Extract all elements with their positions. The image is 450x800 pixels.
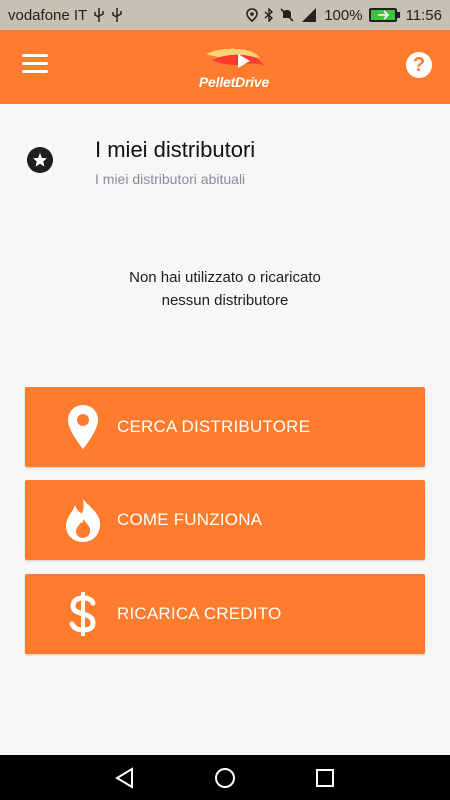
location-icon	[246, 8, 258, 22]
status-bar-left: vodafone IT	[8, 7, 123, 24]
signal-icon	[300, 8, 318, 22]
recent-apps-icon[interactable]	[313, 766, 337, 790]
bluetooth-icon	[264, 8, 274, 22]
battery-icon	[368, 8, 400, 22]
carrier-name: vodafone IT	[8, 6, 88, 24]
app-bar: PelletDrive ?	[0, 30, 450, 104]
brand-name: PelletDrive	[198, 74, 270, 90]
flame-icon	[61, 496, 105, 544]
hamburger-menu-button[interactable]	[22, 54, 48, 76]
recharge-credit-button[interactable]: RICARICA CREDITO	[25, 574, 425, 654]
empty-state-line-1: Non hai utilizzato o ricaricato	[129, 269, 321, 286]
how-it-works-button[interactable]: COME FUNZIONA	[25, 480, 425, 560]
clock: 11:56	[405, 6, 442, 24]
status-bar: vodafone IT 100% 11:56	[0, 0, 450, 30]
app-logo: PelletDrive	[194, 44, 274, 96]
flame-logo-icon	[206, 48, 264, 68]
search-distributor-label: CERCA DISTRIBUTORE	[117, 417, 311, 436]
usb-debug-icon	[111, 8, 123, 22]
back-icon[interactable]	[113, 766, 137, 790]
section-header: I miei distributori I miei distributori …	[0, 135, 450, 195]
search-distributor-button[interactable]: CERCA DISTRIBUTORE	[25, 387, 425, 467]
help-button[interactable]: ?	[406, 52, 432, 78]
page-subtitle: I miei distributori abituali	[95, 171, 246, 187]
map-pin-icon	[61, 403, 105, 451]
how-it-works-label: COME FUNZIONA	[117, 510, 263, 529]
menu-icon	[22, 54, 48, 57]
recharge-credit-label: RICARICA CREDITO	[117, 604, 282, 623]
empty-state-message: Non hai utilizzato o ricaricato nessun d…	[75, 266, 375, 312]
star-icon	[27, 147, 53, 173]
status-bar-right: 100% 11:56	[246, 7, 442, 24]
system-nav-bar	[0, 755, 450, 800]
battery-percent: 100%	[324, 6, 363, 24]
page-title: I miei distributori	[95, 137, 256, 162]
usb-icon	[93, 8, 105, 22]
home-icon[interactable]	[213, 766, 237, 790]
empty-state-line-2: nessun distributore	[161, 292, 289, 309]
mute-icon	[280, 8, 294, 22]
dollar-icon	[61, 590, 105, 638]
